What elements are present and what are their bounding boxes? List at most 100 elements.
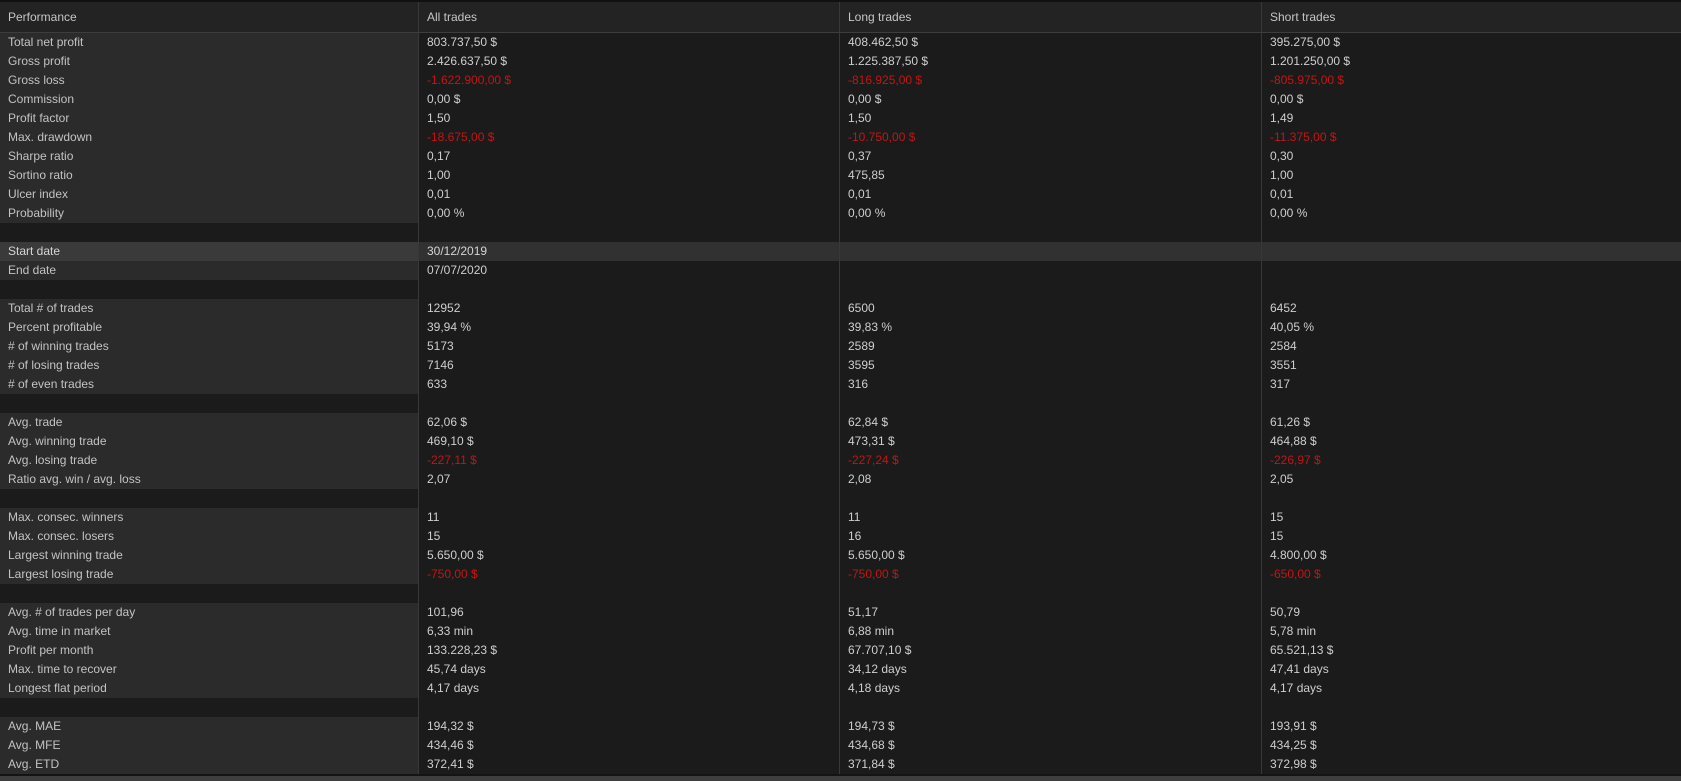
spacer-cell [1262, 394, 1681, 413]
row-value: 1.201.250,00 $ [1262, 52, 1681, 71]
row-value: 1,50 [419, 109, 840, 128]
row-value: 317 [1262, 375, 1681, 394]
row-label: Profit factor [0, 109, 419, 128]
spacer-cell [0, 394, 419, 413]
row-value: 16 [840, 527, 1262, 546]
row-label: Total net profit [0, 33, 419, 52]
row-value: 15 [419, 527, 840, 546]
row-value: -650,00 $ [1262, 565, 1681, 584]
table-row[interactable]: Avg. ETD372,41 $371,84 $372,98 $ [0, 755, 1681, 774]
spacer-cell [1262, 584, 1681, 603]
row-value: 408.462,50 $ [840, 33, 1262, 52]
row-value: 1,49 [1262, 109, 1681, 128]
row-label: Profit per month [0, 641, 419, 660]
table-row[interactable]: Avg. MAE194,32 $194,73 $193,91 $ [0, 717, 1681, 736]
table-row[interactable]: Profit per month133.228,23 $67.707,10 $6… [0, 641, 1681, 660]
row-label: Max. drawdown [0, 128, 419, 147]
row-value [1262, 242, 1681, 261]
row-value: 15 [1262, 508, 1681, 527]
row-value: 62,84 $ [840, 413, 1262, 432]
table-row[interactable]: Longest flat period4,17 days4,18 days4,1… [0, 679, 1681, 698]
table-row[interactable]: Ulcer index0,010,010,01 [0, 185, 1681, 204]
table-row[interactable]: Probability0,00 %0,00 %0,00 % [0, 204, 1681, 223]
table-row[interactable]: Avg. time in market6,33 min6,88 min5,78 … [0, 622, 1681, 641]
spacer-cell [840, 584, 1262, 603]
table-row[interactable]: Max. consec. winners111115 [0, 508, 1681, 527]
row-value: 5,78 min [1262, 622, 1681, 641]
row-value: -10.750,00 $ [840, 128, 1262, 147]
row-value [840, 242, 1262, 261]
table-row[interactable]: # of even trades633316317 [0, 375, 1681, 394]
table-row[interactable]: Total # of trades1295265006452 [0, 299, 1681, 318]
row-value: 6,88 min [840, 622, 1262, 641]
table-row[interactable]: Avg. winning trade469,10 $473,31 $464,88… [0, 432, 1681, 451]
table-row[interactable]: Largest losing trade-750,00 $-750,00 $-6… [0, 565, 1681, 584]
table-row-selected[interactable]: Start date30/12/2019 [0, 242, 1681, 261]
spacer-cell [840, 394, 1262, 413]
table-row[interactable]: Ratio avg. win / avg. loss2,072,082,05 [0, 470, 1681, 489]
row-value: 2,07 [419, 470, 840, 489]
table-row[interactable]: # of losing trades714635953551 [0, 356, 1681, 375]
row-value: 1.225.387,50 $ [840, 52, 1262, 71]
spacer-cell [419, 698, 840, 717]
row-value: 4.800,00 $ [1262, 546, 1681, 565]
row-label: Longest flat period [0, 679, 419, 698]
row-value: 4,17 days [419, 679, 840, 698]
row-value: 3595 [840, 356, 1262, 375]
row-value: 0,01 [840, 185, 1262, 204]
row-label: Total # of trades [0, 299, 419, 318]
spacer-cell [1262, 698, 1681, 717]
table-row[interactable]: Sharpe ratio0,170,370,30 [0, 147, 1681, 166]
spacer-cell [840, 280, 1262, 299]
row-value: 803.737,50 $ [419, 33, 840, 52]
table-body: Total net profit803.737,50 $408.462,50 $… [0, 33, 1681, 774]
row-value: 633 [419, 375, 840, 394]
row-value: 0,17 [419, 147, 840, 166]
row-value: 0,00 % [1262, 204, 1681, 223]
row-value: 65.521,13 $ [1262, 641, 1681, 660]
row-label: Commission [0, 90, 419, 109]
table-row[interactable]: Max. drawdown-18.675,00 $-10.750,00 $-11… [0, 128, 1681, 147]
column-header-short-trades[interactable]: Short trades [1262, 2, 1681, 32]
table-row[interactable]: Avg. # of trades per day101,9651,1750,79 [0, 603, 1681, 622]
column-header-performance[interactable]: Performance [0, 2, 419, 32]
table-row[interactable]: Avg. MFE434,46 $434,68 $434,25 $ [0, 736, 1681, 755]
table-row[interactable]: Sortino ratio1,00475,851,00 [0, 166, 1681, 185]
table-row[interactable]: Profit factor1,501,501,49 [0, 109, 1681, 128]
row-value: 372,41 $ [419, 755, 840, 774]
row-value: 193,91 $ [1262, 717, 1681, 736]
table-row[interactable]: # of winning trades517325892584 [0, 337, 1681, 356]
row-value [840, 261, 1262, 280]
spacer-cell [840, 698, 1262, 717]
row-value: 3551 [1262, 356, 1681, 375]
table-row[interactable]: Commission0,00 $0,00 $0,00 $ [0, 90, 1681, 109]
row-value: 434,25 $ [1262, 736, 1681, 755]
column-header-long-trades[interactable]: Long trades [840, 2, 1262, 32]
horizontal-scrollbar-thumb[interactable] [0, 776, 1681, 781]
table-row[interactable]: Total net profit803.737,50 $408.462,50 $… [0, 33, 1681, 52]
table-row[interactable]: Max. consec. losers151615 [0, 527, 1681, 546]
spacer-cell [419, 584, 840, 603]
horizontal-scrollbar[interactable] [0, 774, 1681, 781]
row-label: End date [0, 261, 419, 280]
row-label: # of even trades [0, 375, 419, 394]
row-value: 07/07/2020 [419, 261, 840, 280]
table-row[interactable]: Max. time to recover45,74 days34,12 days… [0, 660, 1681, 679]
spacer-cell [1262, 280, 1681, 299]
row-value: 0,00 $ [419, 90, 840, 109]
table-row[interactable]: Gross profit2.426.637,50 $1.225.387,50 $… [0, 52, 1681, 71]
row-value: 194,73 $ [840, 717, 1262, 736]
row-value: 464,88 $ [1262, 432, 1681, 451]
column-header-all-trades[interactable]: All trades [419, 2, 840, 32]
row-label: # of losing trades [0, 356, 419, 375]
table-row[interactable]: Avg. losing trade-227,11 $-227,24 $-226,… [0, 451, 1681, 470]
table-row[interactable]: Percent profitable39,94 %39,83 %40,05 % [0, 318, 1681, 337]
table-row[interactable]: Largest winning trade5.650,00 $5.650,00 … [0, 546, 1681, 565]
spacer-cell [0, 223, 419, 242]
table-row[interactable]: End date07/07/2020 [0, 261, 1681, 280]
table-row[interactable]: Gross loss-1.622.900,00 $-816.925,00 $-8… [0, 71, 1681, 90]
row-label: Max. time to recover [0, 660, 419, 679]
table-row[interactable]: Avg. trade62,06 $62,84 $61,26 $ [0, 413, 1681, 432]
row-value: 0,00 % [419, 204, 840, 223]
row-label: Gross profit [0, 52, 419, 71]
